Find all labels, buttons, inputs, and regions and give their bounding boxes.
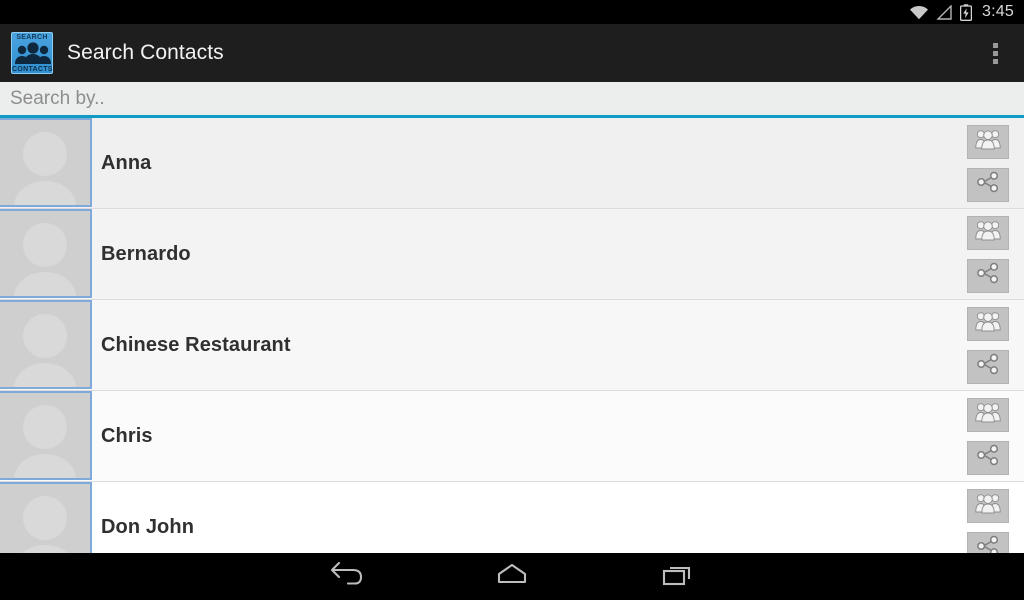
contact-name: Chris [101,424,153,447]
signal-icon [936,4,953,20]
contact-name: Chinese Restaurant [101,333,291,356]
contact-row-actions [956,482,1024,553]
group-icon [975,128,1001,155]
overflow-dot [992,58,998,64]
action-bar: SEARCH CONTACTS Search Contacts [0,24,1024,82]
share-contact-button[interactable] [967,531,1009,553]
add-to-group-button[interactable] [967,124,1009,159]
search-contacts-app-icon: SEARCH CONTACTS [11,32,53,74]
back-icon [326,561,366,592]
contact-row-actions [956,209,1024,299]
avatar-body [14,454,76,478]
avatar-body [14,545,76,553]
share-contact-button[interactable] [967,440,1009,475]
avatar-body [14,181,76,205]
add-to-group-button[interactable] [967,215,1009,250]
contact-row[interactable]: Anna [0,118,1024,209]
contact-row-actions [956,118,1024,208]
contact-avatar[interactable] [0,300,92,389]
overflow-dot [992,50,998,56]
system-navigation-bar [0,553,1024,600]
share-contact-button[interactable] [967,349,1009,384]
search-input[interactable] [0,82,1024,115]
home-button[interactable] [477,553,547,600]
contact-name: Bernardo [101,242,191,265]
contact-row[interactable]: Don John [0,482,1024,553]
recent-apps-icon [658,561,698,592]
page-title: Search Contacts [67,41,224,64]
share-contact-button[interactable] [967,167,1009,202]
contact-row[interactable]: Bernardo [0,209,1024,300]
add-to-group-button[interactable] [967,306,1009,341]
group-icon [975,310,1001,337]
overflow-dot [992,42,998,48]
avatar-head [23,314,67,358]
contact-avatar[interactable] [0,391,92,480]
contact-name: Anna [101,151,152,174]
avatar-body [14,363,76,387]
recent-apps-button[interactable] [643,553,713,600]
share-icon [975,535,1001,553]
android-screen: 3:45 SEARCH CONTACTS Search Contacts Sea… [0,0,1024,600]
contact-list[interactable]: Anna Bernardo Chinese Restaurant Chris Don J… [0,118,1024,553]
avatar-head [23,223,67,267]
app-icon-bottom-label: CONTACTS [12,66,53,73]
share-icon [975,353,1001,380]
add-to-group-button[interactable] [967,397,1009,432]
home-icon [492,561,532,592]
contact-avatar[interactable] [0,118,92,207]
group-icon [975,401,1001,428]
wifi-icon [909,5,929,20]
app-icon-top-label: SEARCH [16,34,48,41]
share-contact-button[interactable] [967,258,1009,293]
contact-row-actions [956,391,1024,481]
contact-row[interactable]: Chinese Restaurant [0,300,1024,391]
contact-name: Don John [101,515,195,538]
share-icon [975,171,1001,198]
share-icon [975,262,1001,289]
battery-charging-icon [960,3,973,21]
contact-avatar[interactable] [0,209,92,298]
search-bar [0,82,1024,118]
add-to-group-button[interactable] [967,488,1009,523]
group-icon [975,492,1001,519]
contact-row[interactable]: Chris [0,391,1024,482]
avatar-head [23,496,67,540]
overflow-menu-button[interactable] [966,24,1024,82]
contact-row-actions [956,300,1024,390]
status-bar-clock: 3:45 [982,3,1014,20]
app-icon-people-glyph [12,42,52,64]
share-icon [975,444,1001,471]
status-bar: 3:45 [0,0,1024,24]
avatar-head [23,132,67,176]
contact-avatar[interactable] [0,482,92,553]
back-button[interactable] [311,553,381,600]
group-icon [975,219,1001,246]
avatar-body [14,272,76,296]
avatar-head [23,405,67,449]
status-icon-group: 3:45 [909,3,1014,21]
